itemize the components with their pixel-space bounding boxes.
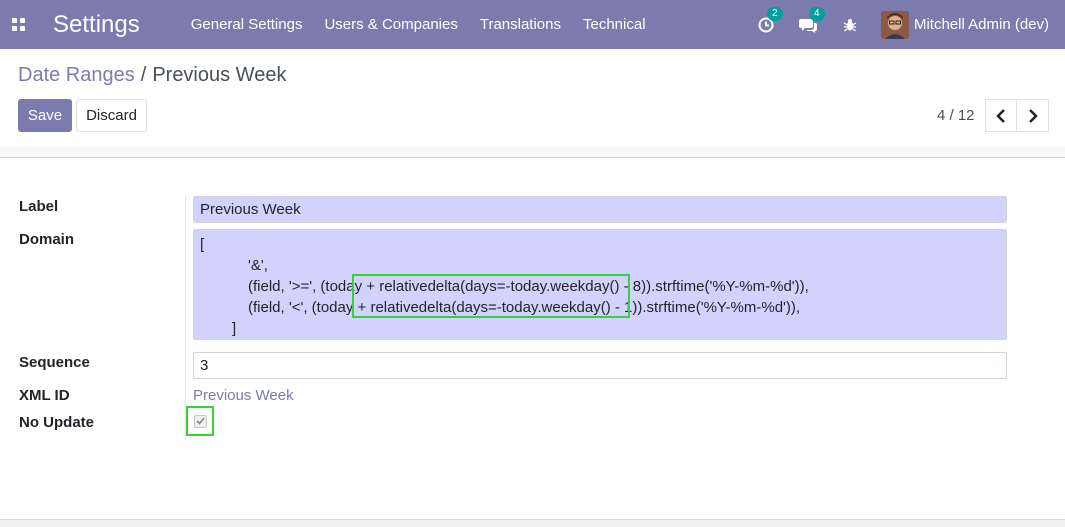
domain-line: ] bbox=[232, 320, 237, 337]
checkbox-box bbox=[193, 414, 207, 428]
bottom-border bbox=[0, 519, 1065, 527]
user-menu[interactable]: Mitchell Admin (dev) bbox=[880, 10, 1049, 39]
domain-line-text: (field, '<', (today + relativedelta(days… bbox=[248, 299, 801, 316]
menu-users-companies[interactable]: Users & Companies bbox=[324, 16, 457, 33]
sequence-input[interactable] bbox=[193, 352, 1007, 379]
activity-badge: 2 bbox=[766, 6, 783, 21]
activity-clock-icon[interactable]: 2 bbox=[757, 6, 783, 34]
pager-next-button[interactable] bbox=[1017, 99, 1049, 132]
label-field-label: Label bbox=[19, 198, 59, 215]
apps-grid-icon bbox=[11, 18, 25, 31]
breadcrumb-parent-link[interactable]: Date Ranges bbox=[18, 64, 135, 86]
chevron-left-icon bbox=[996, 108, 1005, 123]
noupdate-checkbox[interactable] bbox=[186, 406, 214, 436]
domain-field-label: Domain bbox=[19, 231, 75, 248]
chevron-right-icon bbox=[1028, 108, 1038, 123]
control-panel-divider bbox=[0, 146, 1065, 158]
domain-line-text: (field, '>=', (today + relativedelta(day… bbox=[248, 278, 809, 295]
pager-previous-button[interactable] bbox=[985, 99, 1017, 132]
top-navbar: Settings General Settings Users & Compan… bbox=[0, 0, 1065, 49]
menu-general-settings[interactable]: General Settings bbox=[191, 16, 303, 33]
app-brand[interactable]: Settings bbox=[53, 11, 140, 39]
messages-chat-icon[interactable]: 4 bbox=[798, 6, 825, 34]
label-input[interactable] bbox=[193, 196, 1007, 223]
check-icon bbox=[195, 417, 205, 425]
discard-button[interactable]: Discard bbox=[76, 99, 147, 132]
pager-value[interactable]: 4 / 12 bbox=[937, 107, 975, 124]
breadcrumb-current: Previous Week bbox=[152, 64, 287, 86]
domain-line: (field, '>=', (today + relativedelta(day… bbox=[200, 276, 1000, 297]
debug-bug-icon[interactable] bbox=[841, 16, 859, 34]
apps-menu-button[interactable] bbox=[0, 0, 36, 49]
domain-line: '&', bbox=[248, 257, 268, 274]
user-name: Mitchell Admin (dev) bbox=[913, 16, 1049, 33]
systray: 2 4 Mitchell Admin (dev) bbox=[745, 0, 1065, 49]
messages-badge: 4 bbox=[808, 6, 825, 21]
avatar bbox=[880, 10, 909, 39]
form-label-divider bbox=[185, 196, 186, 440]
save-button[interactable]: Save bbox=[18, 99, 72, 132]
menu-technical[interactable]: Technical bbox=[583, 16, 646, 33]
domain-line: [ bbox=[200, 236, 205, 253]
sequence-field-label: Sequence bbox=[19, 354, 90, 371]
menu-translations[interactable]: Translations bbox=[480, 16, 561, 33]
breadcrumb: Date Ranges / Previous Week bbox=[18, 64, 286, 87]
noupdate-field-label: No Update bbox=[19, 414, 94, 431]
xmlid-link[interactable]: Previous Week bbox=[193, 387, 294, 404]
domain-line: (field, '<', (today + relativedelta(days… bbox=[200, 297, 1000, 318]
breadcrumb-separator: / bbox=[140, 64, 147, 86]
domain-textarea[interactable]: [ '&', (field, '>=', (today + relativedelt… bbox=[193, 229, 1007, 340]
xmlid-field-label: XML ID bbox=[19, 387, 70, 404]
pager-buttons bbox=[985, 99, 1049, 132]
